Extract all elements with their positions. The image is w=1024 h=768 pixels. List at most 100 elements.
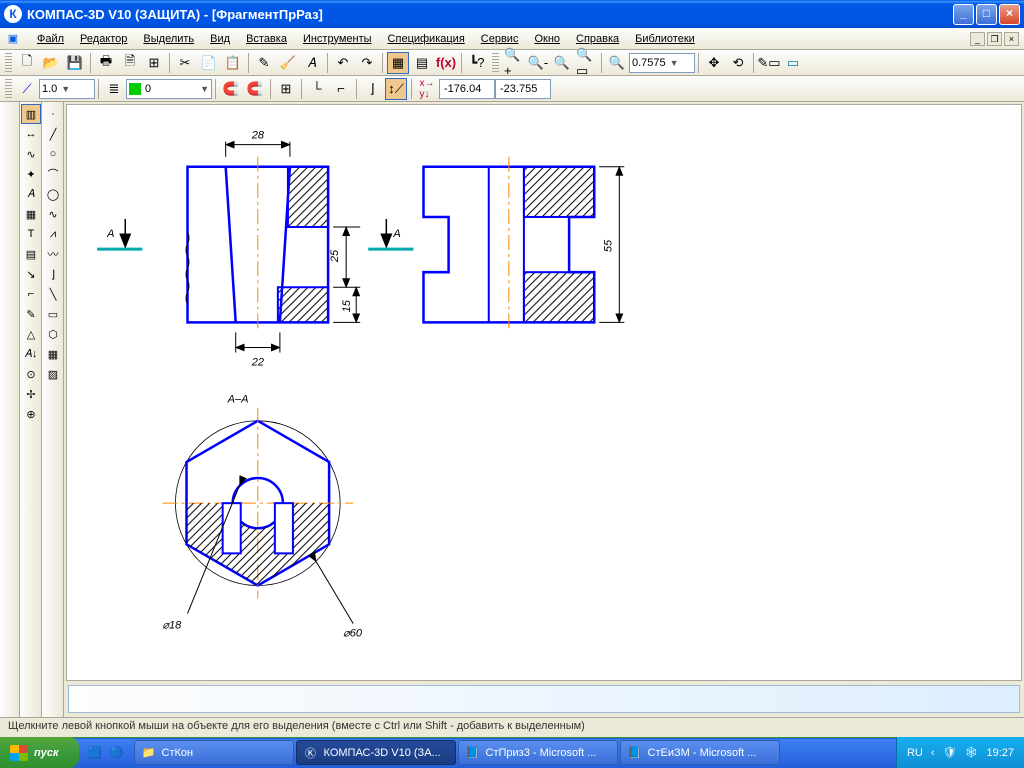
vars-icon[interactable]: ▤ xyxy=(411,52,433,74)
menu-help[interactable]: Справка xyxy=(568,30,627,48)
coord-x-field[interactable]: -176.04 xyxy=(439,79,495,99)
tray-clock[interactable]: 19:27 xyxy=(986,747,1014,759)
ortho-a-icon[interactable]: └ xyxy=(306,78,328,100)
minimize-button[interactable]: _ xyxy=(953,4,974,25)
report-icon[interactable]: ⌐ xyxy=(21,284,41,304)
dim-icon[interactable]: ↔ xyxy=(21,124,41,144)
close-button[interactable]: × xyxy=(999,4,1020,25)
line-style-icon[interactable]: ⟋ xyxy=(16,78,38,100)
polyline-icon[interactable]: ⩘ xyxy=(43,224,63,244)
coord-icon[interactable]: ↕⟋ xyxy=(385,78,407,100)
cut-icon[interactable]: ✂ xyxy=(174,52,196,74)
zoom-in-icon[interactable]: 🔍+ xyxy=(503,52,525,74)
measure-icon[interactable]: T xyxy=(21,224,41,244)
manager-icon[interactable]: ▦ xyxy=(387,52,409,74)
rough-icon[interactable]: 𝐴↓ xyxy=(21,344,41,364)
zoom-out-icon[interactable]: 🔍- xyxy=(527,52,549,74)
document-icon[interactable]: ▣ xyxy=(5,31,21,47)
ellipse-icon[interactable]: ◯ xyxy=(43,184,63,204)
rect-icon[interactable]: ▭ xyxy=(43,304,63,324)
select-icon[interactable]: ▤ xyxy=(21,244,41,264)
menu-tools[interactable]: Инструменты xyxy=(295,30,380,48)
symbol-icon[interactable]: ✦ xyxy=(21,164,41,184)
circle-icon[interactable]: ○ xyxy=(43,144,63,164)
fx-icon[interactable]: f(x) xyxy=(435,52,457,74)
linestyle-combo[interactable]: 1.0▼ xyxy=(39,79,95,99)
refresh-icon[interactable]: ✎▭ xyxy=(758,52,780,74)
pan-icon[interactable]: ✥ xyxy=(703,52,725,74)
zoom-scale-icon[interactable]: 🔍 xyxy=(606,52,628,74)
polygon-icon[interactable]: ⬡ xyxy=(43,324,63,344)
paste-icon[interactable]: 📋 xyxy=(222,52,244,74)
assemble-icon[interactable]: ▦ xyxy=(43,344,63,364)
properties-icon[interactable]: ✎ xyxy=(253,52,275,74)
tray-arrow-icon[interactable]: ‹ xyxy=(931,747,935,759)
menu-insert[interactable]: Вставка xyxy=(238,30,295,48)
property-panel[interactable] xyxy=(68,685,1020,713)
zoom-window-icon[interactable]: 🔍 xyxy=(551,52,573,74)
ortho-b-icon[interactable]: ⌐ xyxy=(330,78,352,100)
chamfer-icon[interactable]: ╲ xyxy=(43,284,63,304)
open-icon[interactable]: 📂 xyxy=(40,52,62,74)
menu-view[interactable]: Вид xyxy=(202,30,238,48)
spline-icon[interactable]: ∿ xyxy=(43,204,63,224)
whats-this-icon[interactable]: ┗? xyxy=(466,52,488,74)
layer-icon[interactable]: ≣ xyxy=(103,78,125,100)
tile-icon[interactable]: ⊞ xyxy=(143,52,165,74)
print-icon[interactable]: 🖶 xyxy=(95,52,117,74)
new-icon[interactable]: 🗋 xyxy=(16,52,38,74)
menu-editor[interactable]: Редактор xyxy=(72,30,135,48)
zoom-combo[interactable]: 0.7575▼ xyxy=(629,53,695,73)
task-word-2[interactable]: 📘СтЕиЗМ - Microsoft ... xyxy=(620,740,780,765)
text-icon[interactable]: ∿ xyxy=(21,144,41,164)
mdi-close[interactable]: × xyxy=(1004,32,1019,46)
undo-icon[interactable]: ↶ xyxy=(332,52,354,74)
round-icon[interactable]: ⌋ xyxy=(361,78,383,100)
save-icon[interactable]: 💾 xyxy=(64,52,86,74)
mdi-minimize[interactable]: _ xyxy=(970,32,985,46)
spec-icon[interactable]: ↘ xyxy=(21,264,41,284)
menu-select[interactable]: Выделить xyxy=(135,30,202,48)
orbit-icon[interactable]: ⟲ xyxy=(727,52,749,74)
menu-window[interactable]: Окно xyxy=(526,30,568,48)
cpoint-icon[interactable]: ⊕ xyxy=(21,404,41,424)
tray-shield-icon[interactable]: 🛡 xyxy=(943,746,957,759)
snap-magnet-b-icon[interactable]: 🧲 xyxy=(244,78,266,100)
snap-magnet-a-icon[interactable]: 🧲 xyxy=(220,78,242,100)
show-all-icon[interactable]: ▭ xyxy=(782,52,804,74)
menu-service[interactable]: Сервис xyxy=(473,30,527,48)
library-icon[interactable]: ⊙ xyxy=(21,364,41,384)
delete-icon[interactable]: 🧹 xyxy=(277,52,299,74)
geom-icon[interactable]: ▥ xyxy=(21,104,41,124)
attr-icon[interactable]: ✢ xyxy=(21,384,41,404)
toolbar-grip[interactable] xyxy=(5,53,12,73)
coord-y-field[interactable]: -23.755 xyxy=(495,79,551,99)
bezier-icon[interactable]: 〰 xyxy=(43,244,63,264)
left-collapsed-panel[interactable] xyxy=(0,102,20,717)
line-icon[interactable]: ╱ xyxy=(43,124,63,144)
toolbar-grip[interactable] xyxy=(5,79,12,99)
zoom-fit-icon[interactable]: 🔍▭ xyxy=(575,52,597,74)
arc-icon[interactable]: ⌒ xyxy=(43,164,63,184)
system-tray[interactable]: RU ‹ 🛡 🕸 19:27 xyxy=(896,737,1024,768)
start-button[interactable]: пуск xyxy=(0,737,79,768)
menu-libs[interactable]: Библиотеки xyxy=(627,30,703,48)
menu-file[interactable]: Файл xyxy=(29,30,72,48)
task-kompas[interactable]: ⓀКОМПАС-3D V10 (ЗА... xyxy=(296,740,456,765)
task-stkon[interactable]: 📁СтКон xyxy=(134,740,294,765)
grid-icon[interactable]: ⊞ xyxy=(275,78,297,100)
task-word-1[interactable]: 📘СтПриз3 - Microsoft ... xyxy=(458,740,618,765)
surface-icon[interactable]: △ xyxy=(21,324,41,344)
format-icon[interactable]: 𝐴 xyxy=(301,52,323,74)
tray-net-icon[interactable]: 🕸 xyxy=(965,746,979,759)
maximize-button[interactable]: □ xyxy=(976,4,997,25)
menu-spec[interactable]: Спецификация xyxy=(380,30,473,48)
ql-desktop-icon[interactable]: 🟦 xyxy=(87,745,103,761)
mdi-restore[interactable]: ❐ xyxy=(987,32,1002,46)
tray-lang[interactable]: RU xyxy=(907,747,923,759)
edit-icon[interactable]: 𝐴 xyxy=(21,184,41,204)
print-preview-icon[interactable]: 🗎 xyxy=(119,52,141,74)
point-icon[interactable]: · xyxy=(43,104,63,124)
redo-icon[interactable]: ↷ xyxy=(356,52,378,74)
param-icon[interactable]: ▦ xyxy=(21,204,41,224)
